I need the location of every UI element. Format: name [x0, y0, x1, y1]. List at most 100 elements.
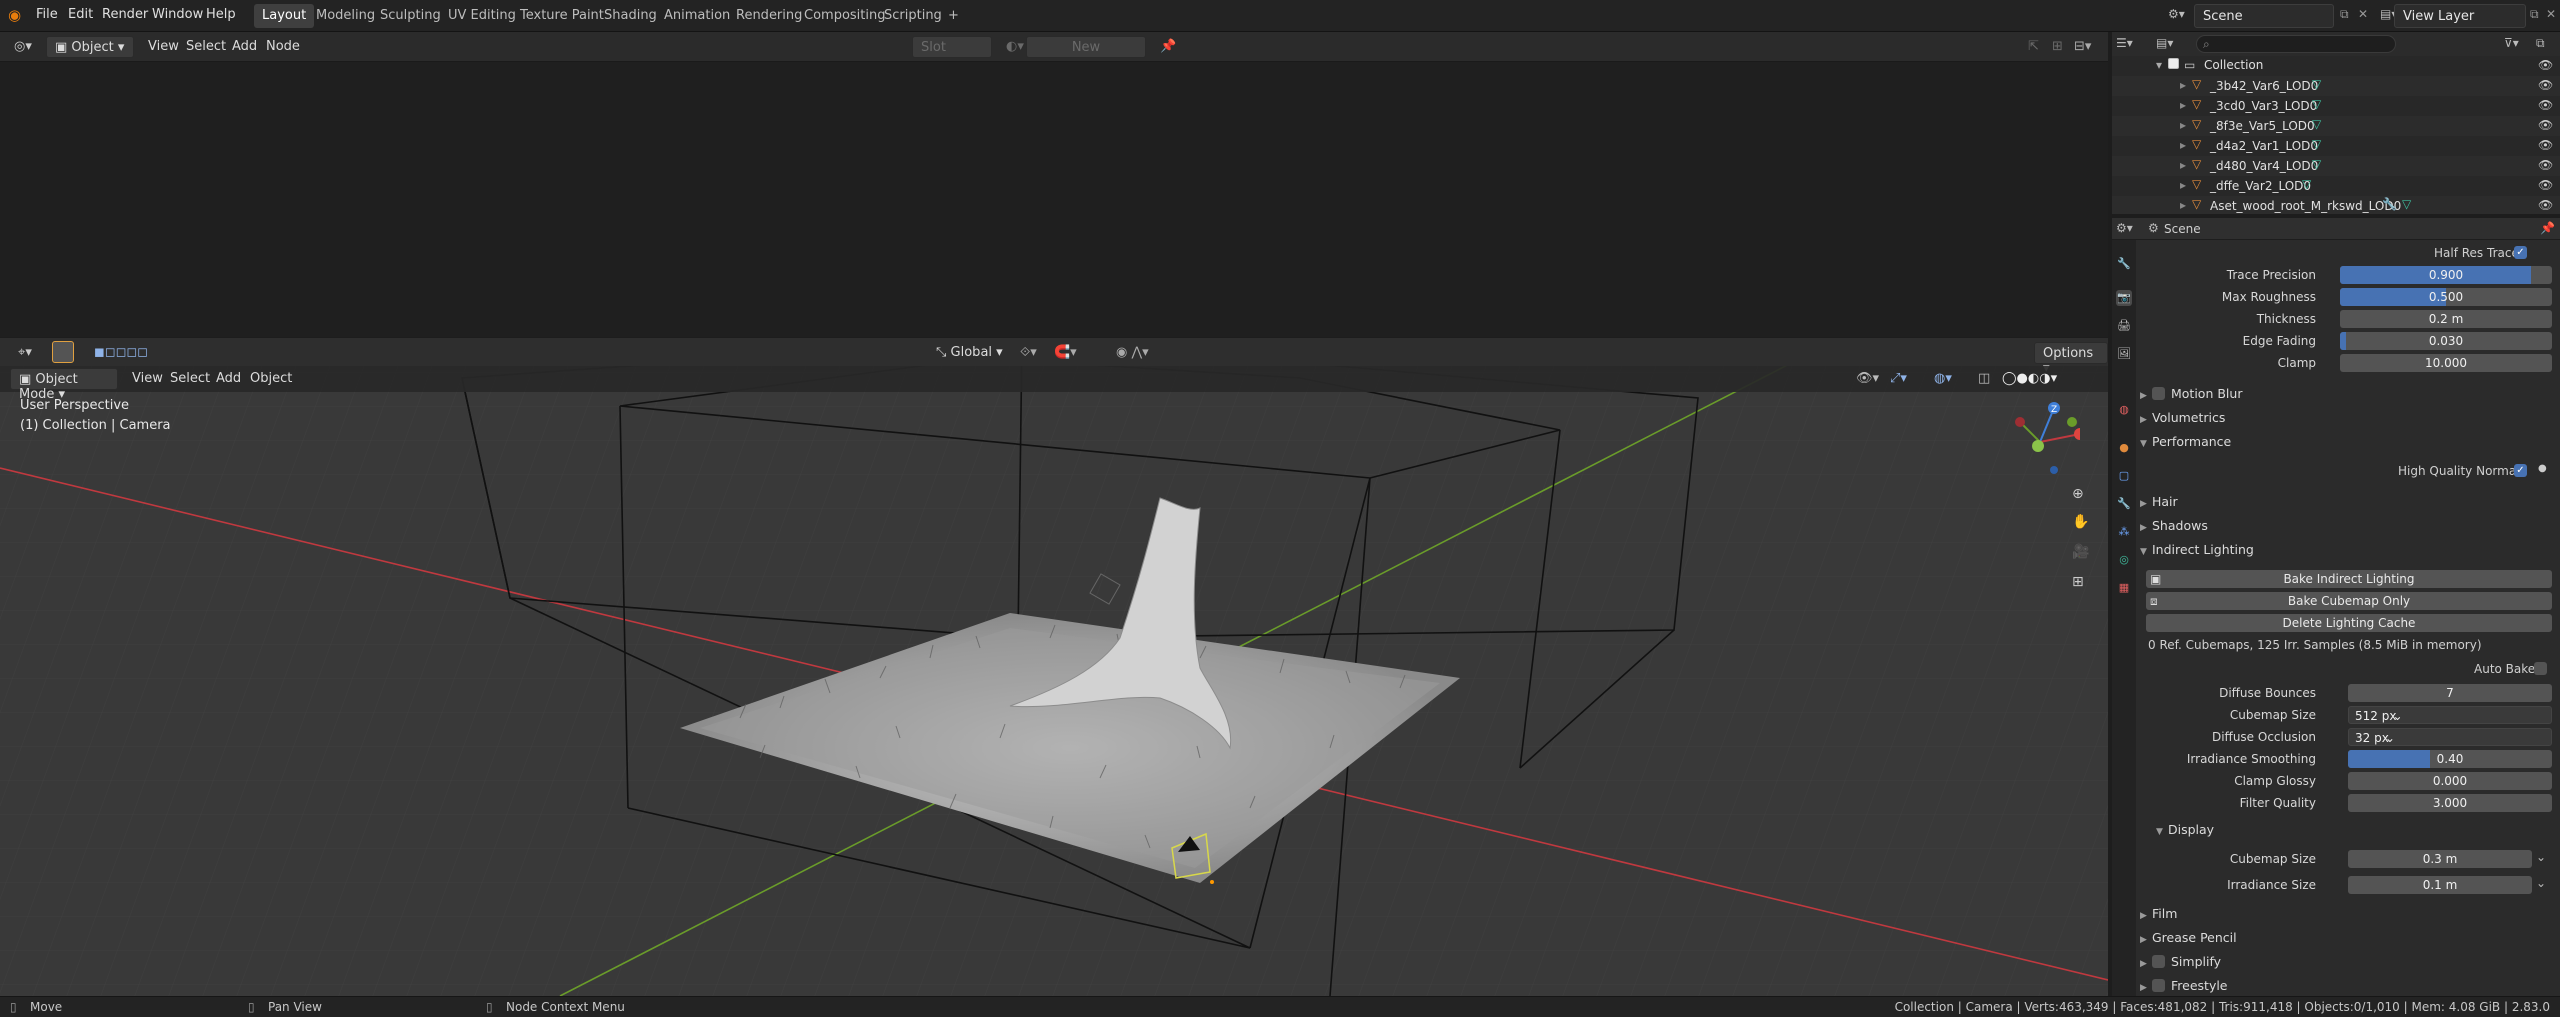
pin-icon[interactable]: 📌: [2540, 221, 2555, 235]
tab-animation[interactable]: Animation: [656, 4, 738, 28]
list-item[interactable]: ▸ ▽ _d4a2_Var1_LOD0 ▽ 👁: [2112, 136, 2560, 156]
mode-dropdown[interactable]: ▣ Object Mode ▾: [10, 368, 118, 402]
object-tab-icon[interactable]: ▢: [2116, 468, 2132, 484]
bake-indirect-lighting-button[interactable]: ▣ Bake Indirect Lighting: [2146, 570, 2552, 588]
gizmo-y-icon[interactable]: [2067, 417, 2077, 427]
diffuse-occlusion-dropdown[interactable]: 32 px⌄: [2348, 728, 2552, 746]
list-item[interactable]: ▸ ▽ _3cd0_Var3_LOD0 ▽ 👁: [2112, 96, 2560, 116]
list-item[interactable]: ▸ ▽ _dffe_Var2_LOD0 ▽ 👁: [2112, 176, 2560, 196]
texture-tab-icon[interactable]: ▦: [2116, 580, 2132, 596]
select-tool-icon[interactable]: [52, 341, 74, 363]
display-irradiance-size-field[interactable]: 0.1 m: [2348, 876, 2532, 894]
gizmo-toggle-icon[interactable]: ⤢▾: [1882, 368, 1915, 390]
clamp-field[interactable]: 10.000: [2340, 354, 2552, 372]
simplify-checkbox[interactable]: [2152, 955, 2165, 968]
menu-edit[interactable]: Edit: [68, 7, 93, 22]
particles-tab-icon[interactable]: ⁂: [2116, 524, 2132, 540]
gizmo-neg-z-icon[interactable]: [2050, 466, 2058, 474]
simplify-panel[interactable]: ▶ Simplify: [2140, 954, 2221, 969]
overlay-icon[interactable]: ⊟▾: [2066, 36, 2099, 58]
menu-node[interactable]: Node: [258, 36, 308, 58]
max-roughness-slider[interactable]: 0.500: [2340, 288, 2552, 306]
close-view-layer-icon[interactable]: ✕: [2546, 7, 2556, 21]
3d-viewport[interactable]: [0, 338, 2108, 996]
checkbox-icon[interactable]: [2168, 58, 2179, 69]
visibility-eye-icon[interactable]: 👁: [2538, 78, 2553, 92]
expand-arrow-icon[interactable]: ▾: [2156, 58, 2162, 72]
select-mode-icons[interactable]: ◼◻◻◻◻: [86, 342, 156, 364]
options-dropdown[interactable]: Options ▾: [2034, 342, 2108, 376]
pin-icon[interactable]: 📌: [1152, 36, 1184, 58]
display-subpanel[interactable]: ▼ Display: [2156, 822, 2214, 837]
display-mode-icon[interactable]: ▤▾: [2156, 36, 2173, 50]
expand-arrow-icon[interactable]: ▸: [2180, 118, 2186, 132]
shading-modes-icons[interactable]: ◯●◐◑▾: [1994, 368, 2065, 390]
thickness-field[interactable]: 0.2 m: [2340, 310, 2552, 328]
menu-render[interactable]: Render: [102, 7, 148, 22]
copy-view-layer-icon[interactable]: ⧉: [2530, 7, 2539, 22]
volumetrics-panel[interactable]: ▶ Volumetrics: [2140, 410, 2225, 425]
scene-tab-icon[interactable]: ◍: [2116, 402, 2132, 418]
expand-arrow-icon[interactable]: ▸: [2180, 98, 2186, 112]
copy-scene-icon[interactable]: ⧉: [2340, 7, 2349, 22]
editor-type-icon[interactable]: ◎▾: [6, 36, 40, 58]
output-tab-icon[interactable]: 🖨: [2116, 318, 2132, 334]
ortho-grid-icon[interactable]: ⊞: [2072, 574, 2084, 590]
tab-layout[interactable]: Layout: [254, 4, 315, 28]
physics-tab-icon[interactable]: ◎: [2116, 552, 2132, 568]
tab-sculpting[interactable]: Sculpting: [372, 4, 449, 28]
shadows-panel[interactable]: ▶ Shadows: [2140, 518, 2208, 533]
new-material-button[interactable]: New: [1026, 36, 1146, 58]
irradiance-smoothing-slider[interactable]: 0.40: [2348, 750, 2552, 768]
filter-quality-field[interactable]: 3.000: [2348, 794, 2552, 812]
shader-type-dropdown[interactable]: ▣ Object ▾: [46, 36, 134, 58]
add-workspace-button[interactable]: +: [940, 4, 967, 28]
menu-window[interactable]: Window: [152, 7, 203, 22]
half-res-trace-checkbox[interactable]: ✓: [2514, 246, 2527, 259]
expand-arrow-icon[interactable]: ▸: [2180, 178, 2186, 192]
backdrop-icon[interactable]: ⇱: [2020, 36, 2047, 58]
gizmo-x-icon[interactable]: [2074, 428, 2080, 440]
menu-file[interactable]: File: [36, 7, 58, 22]
auto-bake-checkbox[interactable]: [2534, 662, 2547, 675]
viewport-editor-type-icon[interactable]: ⌖▾: [10, 342, 40, 364]
properties-editor-icon[interactable]: ⚙▾: [2116, 221, 2133, 235]
display-cubemap-size-field[interactable]: 0.3 m: [2348, 850, 2532, 868]
performance-panel[interactable]: ▼ Performance: [2140, 434, 2231, 449]
view-layer-selector[interactable]: View Layer: [2394, 4, 2526, 28]
outliner-search-input[interactable]: ⌕: [2196, 35, 2396, 53]
motion-blur-checkbox[interactable]: [2152, 387, 2165, 400]
filter-icon[interactable]: ⊽▾: [2504, 36, 2519, 50]
proportional-edit-icon[interactable]: ◉ ⋀▾: [1108, 342, 1157, 364]
clamp-glossy-field[interactable]: 0.000: [2348, 772, 2552, 790]
diffuse-bounces-field[interactable]: 7: [2348, 684, 2552, 702]
modifier-tab-icon[interactable]: 🔧: [2116, 496, 2132, 512]
tab-scripting[interactable]: Scripting: [876, 4, 950, 28]
slot-dropdown[interactable]: Slot: [912, 36, 992, 58]
hair-panel[interactable]: ▶ Hair: [2140, 494, 2178, 509]
snap-toggle-icon[interactable]: 🧲▾: [1046, 342, 1085, 364]
list-item[interactable]: ▸ ▽ _3b42_Var6_LOD0 ▽ 👁: [2112, 76, 2560, 96]
cubemap-size-dropdown[interactable]: 512 px⌄: [2348, 706, 2552, 724]
bake-cubemap-only-button[interactable]: ⧈ Bake Cubemap Only: [2146, 592, 2552, 610]
navigation-gizmo[interactable]: Z: [2010, 398, 2080, 478]
scene-selector[interactable]: Scene: [2194, 4, 2334, 28]
pivot-icon[interactable]: ⟐▾: [1012, 342, 1045, 364]
visibility-eye-icon[interactable]: 👁: [2538, 198, 2553, 212]
irradiance-visibility-icon[interactable]: ⌄: [2536, 876, 2546, 890]
overlay-toggle-icon[interactable]: ◍▾: [1926, 368, 1960, 390]
expand-arrow-icon[interactable]: ▸: [2180, 198, 2186, 212]
world-tab-icon[interactable]: ●: [2116, 440, 2132, 456]
list-item[interactable]: ▸ ▽ _8f3e_Var5_LOD0 ▽ 👁: [2112, 116, 2560, 136]
edge-fading-slider[interactable]: 0.030: [2340, 332, 2552, 350]
tool-tab-icon[interactable]: 🔧: [2116, 256, 2132, 272]
list-item[interactable]: ▸ ▽ Aset_wood_root_M_rkswd_LOD0 🔧 ▽ 👁: [2112, 196, 2560, 214]
visibility-eye-icon[interactable]: 👁: [2538, 138, 2553, 152]
trace-precision-slider[interactable]: 0.900: [2340, 266, 2552, 284]
blender-logo-icon[interactable]: ◉: [8, 6, 21, 24]
gizmo-neg-x-icon[interactable]: [2015, 417, 2025, 427]
expand-arrow-icon[interactable]: ▸: [2180, 138, 2186, 152]
grease-pencil-panel[interactable]: ▶ Grease Pencil: [2140, 930, 2237, 945]
gizmo-neg-y-icon[interactable]: [2032, 440, 2044, 452]
film-panel[interactable]: ▶ Film: [2140, 906, 2177, 921]
